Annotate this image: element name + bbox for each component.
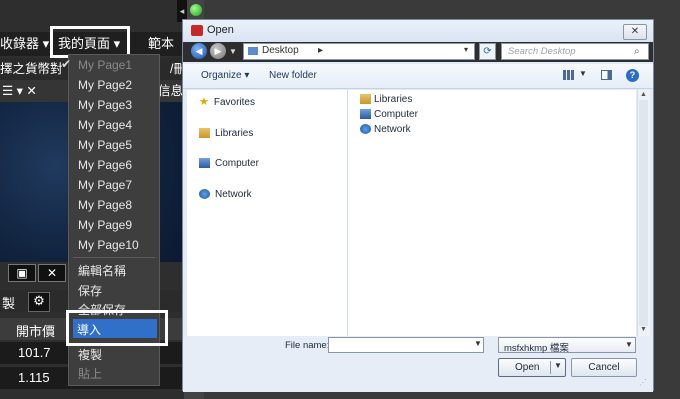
scroll-down-icon[interactable]: ▼ bbox=[640, 326, 647, 333]
menu-item-paste[interactable]: 貼上 bbox=[78, 365, 102, 382]
network-icon bbox=[199, 189, 210, 200]
menu-item-page10[interactable]: My Page10 bbox=[78, 238, 139, 252]
open-button-label: Open bbox=[515, 362, 540, 373]
open-price-cell: 1.115 bbox=[18, 370, 50, 385]
dialog-toolbar: Organize ▾ New folder ▼ ? bbox=[183, 64, 653, 89]
menu-item-page5[interactable]: My Page5 bbox=[78, 138, 132, 152]
nav-label: Libraries bbox=[215, 128, 254, 139]
list-item[interactable]: Network bbox=[360, 124, 411, 135]
open-price-header: 開市價 bbox=[16, 324, 56, 339]
menu-item-page2[interactable]: My Page2 bbox=[78, 78, 132, 92]
gear-icon[interactable]: ⚙ bbox=[28, 292, 50, 312]
copy-short-label[interactable]: 製 bbox=[2, 293, 15, 312]
nav-item-computer[interactable]: Computer bbox=[199, 158, 259, 169]
view-options-icon[interactable] bbox=[563, 70, 575, 80]
dialog-title: Open bbox=[207, 24, 234, 36]
breadcrumb-arrow-icon[interactable]: ▸ bbox=[318, 45, 323, 56]
nav-label: Network bbox=[215, 189, 252, 200]
open-file-dialog: Open ✕ ◀ ▶ ▼ Desktop ▸ ▾ ⟳ Search Deskto… bbox=[182, 19, 654, 392]
search-placeholder: Search Desktop bbox=[508, 46, 576, 57]
search-icon[interactable]: ⌕ bbox=[634, 46, 640, 57]
organize-button[interactable]: Organize ▾ bbox=[201, 70, 249, 81]
menu-divider bbox=[73, 257, 155, 258]
dialog-titlebar: Open ✕ bbox=[183, 20, 653, 42]
scrollbar-track[interactable] bbox=[639, 100, 648, 326]
menu-item-page3[interactable]: My Page3 bbox=[78, 98, 132, 112]
highlight-box-import bbox=[66, 310, 168, 346]
menu-item-rename[interactable]: 編輯名稱 bbox=[78, 262, 126, 279]
status-light-icon bbox=[190, 4, 202, 16]
search-input[interactable]: Search Desktop ⌕ bbox=[501, 43, 649, 60]
cancel-button[interactable]: Cancel bbox=[571, 358, 637, 377]
nav-item-favorites[interactable]: ★ Favorites bbox=[199, 97, 255, 108]
resize-grip-icon[interactable]: ⋰ bbox=[639, 378, 649, 388]
list-item[interactable]: Computer bbox=[360, 109, 418, 120]
address-dropdown-icon[interactable]: ▾ bbox=[464, 45, 468, 54]
navigation-pane: ★ Favorites Libraries Computer Network bbox=[187, 90, 348, 336]
library-icon bbox=[360, 94, 371, 105]
info-label: 信息 bbox=[158, 84, 184, 98]
open-price-cell: 101.7 bbox=[18, 345, 51, 360]
computer-icon bbox=[199, 158, 210, 169]
check-icon: ✔ bbox=[61, 57, 72, 71]
menu-item-page8[interactable]: My Page8 bbox=[78, 198, 132, 212]
recent-locations-chevron-icon[interactable]: ▼ bbox=[229, 47, 237, 56]
back-arrow-icon[interactable]: ◀ bbox=[191, 43, 207, 59]
scroll-up-icon[interactable]: ▲ bbox=[640, 91, 647, 98]
new-folder-button[interactable]: New folder bbox=[269, 70, 317, 81]
forward-arrow-icon[interactable]: ▶ bbox=[210, 43, 226, 59]
menu-item-copy[interactable]: 複製 bbox=[78, 346, 102, 363]
file-type-select[interactable]: msfxhkmp 檔案 ▼ bbox=[498, 337, 636, 354]
menu-item-page7[interactable]: My Page7 bbox=[78, 178, 132, 192]
help-icon[interactable]: ? bbox=[626, 69, 639, 82]
address-path[interactable]: Desktop bbox=[262, 45, 299, 56]
file-type-value: msfxhkmp 檔案 bbox=[504, 343, 569, 354]
open-options-chevron-icon[interactable]: ▼ bbox=[554, 361, 562, 370]
nav-item-network[interactable]: Network bbox=[199, 189, 252, 200]
folder-icon bbox=[248, 47, 258, 55]
dialog-close-button[interactable]: ✕ bbox=[623, 24, 647, 40]
app-icon bbox=[191, 25, 203, 36]
menu-item-save[interactable]: 保存 bbox=[78, 282, 102, 299]
split-divider bbox=[550, 361, 551, 374]
file-name: Computer bbox=[374, 109, 418, 120]
close-icon[interactable]: ✕ bbox=[38, 264, 66, 282]
nav-item-libraries[interactable]: Libraries bbox=[199, 128, 253, 139]
vertical-scrollbar[interactable]: ▲ ▼ bbox=[637, 90, 650, 336]
maximize-icon[interactable]: ▣ bbox=[8, 264, 36, 282]
file-name-input[interactable]: ▼ bbox=[328, 337, 484, 353]
currency-pair-label[interactable]: 擇之貨幣對 bbox=[0, 58, 63, 80]
refresh-icon[interactable]: ⟳ bbox=[479, 43, 496, 60]
nav-label: Favorites bbox=[213, 97, 255, 108]
file-name: Network bbox=[374, 124, 411, 135]
file-name: Libraries bbox=[374, 94, 413, 105]
menu-item-page9[interactable]: My Page9 bbox=[78, 218, 132, 232]
computer-icon bbox=[360, 109, 371, 120]
file-type-chevron-icon: ▼ bbox=[625, 340, 633, 349]
tool-icons[interactable]: ☰ ▾ ✕ bbox=[2, 80, 37, 102]
network-icon bbox=[360, 124, 371, 135]
file-name-label: File name: bbox=[285, 340, 330, 351]
menu-item-page4[interactable]: My Page4 bbox=[78, 118, 132, 132]
preview-pane-icon[interactable] bbox=[601, 70, 612, 80]
file-name-chevron-icon[interactable]: ▼ bbox=[474, 339, 482, 348]
nav-label: Computer bbox=[215, 158, 259, 169]
open-button[interactable]: Open ▼ bbox=[498, 358, 566, 377]
menu-item-page1[interactable]: My Page1 bbox=[78, 58, 132, 72]
menu-template[interactable]: 範本 bbox=[148, 32, 174, 56]
file-list: Libraries Computer Network bbox=[348, 90, 636, 336]
menu-item-page6[interactable]: My Page6 bbox=[78, 158, 132, 172]
view-chevron-icon[interactable]: ▼ bbox=[579, 69, 587, 78]
list-item[interactable]: Libraries bbox=[360, 94, 412, 105]
address-bar[interactable]: Desktop ▸ ▾ bbox=[243, 43, 475, 60]
library-icon bbox=[199, 128, 210, 139]
star-icon: ★ bbox=[199, 96, 209, 109]
menu-recorder[interactable]: 收錄器 ▾ bbox=[0, 32, 49, 56]
